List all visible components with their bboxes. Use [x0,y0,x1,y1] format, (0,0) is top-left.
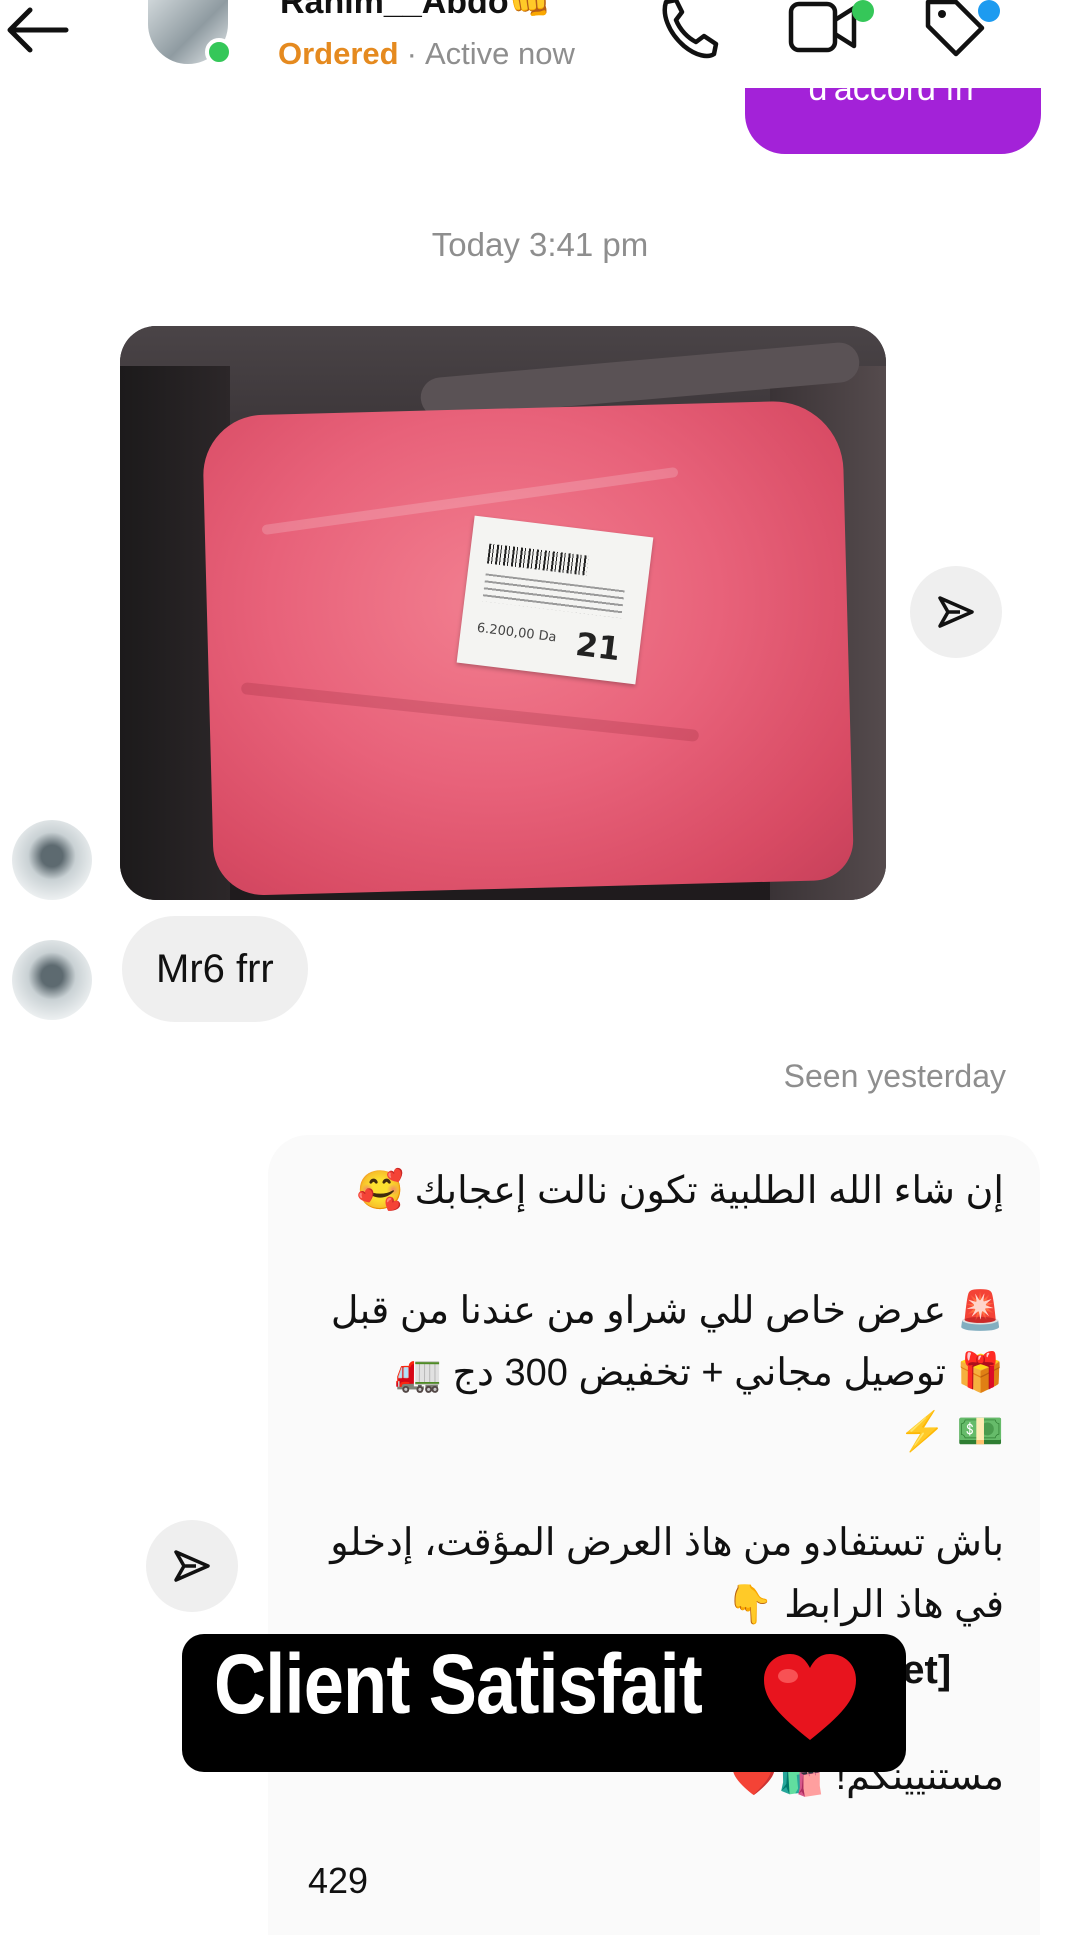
video-active-dot [852,0,874,22]
sender-avatar[interactable] [12,940,92,1020]
reply-line: 🎁 توصيل مجاني + تخفيض 300 دج 🚛 [394,1352,1004,1394]
heart-icon [760,1650,860,1750]
reply-count: 429 [308,1860,369,1901]
call-button[interactable] [652,0,722,60]
photo-shipping-label: 6.200,00 Da 21 [456,515,654,685]
share-photo-button[interactable] [910,566,1002,658]
share-icon [174,1550,210,1582]
share-icon [938,596,974,628]
reply-line: في هاذ الرابط 👇 [726,1584,1004,1626]
sent-message-text: d'accord frr [808,88,978,108]
received-photo[interactable]: 6.200,00 Da 21 [120,326,886,900]
contact-status: Ordered · Active now [278,36,575,72]
label-price: 6.200,00 Da [476,620,558,646]
sender-avatar[interactable] [12,820,92,900]
caption-text: Client Satisfait [214,1637,703,1731]
reply-line: 🚨 عرض خاص للي شراو من عندنا من قبل [330,1290,1004,1332]
contact-name[interactable]: Rahim__Abdo👊 [280,0,551,22]
label-address-lines [482,573,625,619]
chat-header: Rahim__Abdo👊 Ordered · Active now [0,0,1080,100]
received-message-bubble[interactable]: Mr6 frr [122,916,308,1022]
label-barcode [486,543,589,576]
sent-message-bubble[interactable]: d'accord frr [745,88,1041,154]
seen-indicator: Seen yesterday [783,1058,1006,1094]
back-arrow-icon [7,7,69,53]
message-timestamp: Today 3:41 pm [431,226,649,263]
label-number: 21 [573,625,623,669]
status-separator: · [406,36,417,71]
activity-status: Active now [424,36,575,71]
phone-icon [662,0,719,59]
ordered-tag: Ordered [278,36,399,71]
video-icon [788,1,857,53]
reply-line: إن شاء الله الطلبية تكون نالت إعجابك 🥰 [356,1170,1004,1212]
reply-line: باش تستفادو من هاذ العرض المؤقت، إدخلو [330,1522,1004,1564]
online-indicator [205,38,233,66]
video-call-button[interactable] [788,0,858,60]
reply-line: 💵 ⚡ [898,1411,1004,1453]
tag-notification-dot [978,0,1000,22]
back-button[interactable] [0,0,80,60]
share-reply-button[interactable] [146,1520,238,1612]
